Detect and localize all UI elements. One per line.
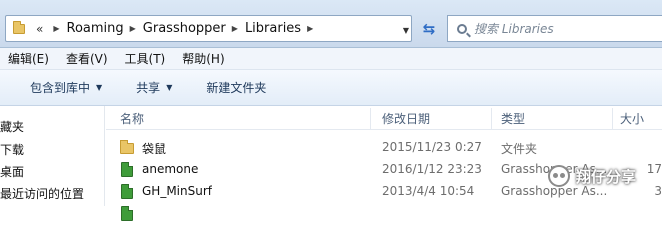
share-button[interactable]: 共享 ▼: [136, 79, 172, 96]
nav-item-desktop[interactable]: 桌面: [0, 163, 24, 180]
table-row[interactable]: 袋鼠 2015/11/23 0:27 文件夹: [106, 137, 662, 159]
menu-view[interactable]: 查看(V): [58, 50, 117, 67]
overflow-chevron[interactable]: «: [32, 22, 47, 36]
refresh-icon[interactable]: ⇆: [416, 16, 442, 42]
breadcrumb-grasshopper[interactable]: Grasshopper: [143, 21, 226, 36]
chevron-right-icon[interactable]: ▶: [301, 24, 320, 33]
wechat-logo-icon: [548, 165, 570, 187]
file-date: 2016/1/12 23:23: [382, 162, 482, 176]
watermark-text: 翔仔分享: [576, 167, 637, 186]
column-headers: 名称 修改日期 类型 大小: [106, 106, 662, 130]
gha-file-icon: [121, 162, 133, 177]
watermark: 翔仔分享: [548, 162, 662, 190]
chevron-right-icon[interactable]: ▶: [124, 24, 143, 33]
address-bar: « ▶ Roaming ▶ Grasshopper ▶ Libraries ▶ …: [0, 0, 662, 48]
table-row[interactable]: [106, 203, 662, 225]
menu-bar: 编辑(E) 查看(V) 工具(T) 帮助(H): [0, 48, 662, 70]
nav-item-downloads[interactable]: 下载: [0, 141, 24, 158]
new-folder-label: 新建文件夹: [206, 81, 267, 95]
column-header-date[interactable]: 修改日期: [382, 110, 430, 127]
file-name: GH_MinSurf: [142, 184, 212, 198]
breadcrumb[interactable]: « ▶ Roaming ▶ Grasshopper ▶ Libraries ▶: [5, 15, 412, 42]
column-divider[interactable]: [491, 108, 492, 130]
chevron-right-icon[interactable]: ▶: [226, 24, 245, 33]
column-header-name[interactable]: 名称: [120, 110, 144, 127]
command-toolbar: 包含到库中 ▼ 共享 ▼ 新建文件夹: [0, 70, 662, 106]
include-in-library-button[interactable]: 包含到库中 ▼: [30, 79, 102, 96]
chevron-right-icon[interactable]: ▶: [47, 24, 66, 33]
gha-file-icon: [121, 184, 133, 199]
file-name: 袋鼠: [142, 142, 167, 156]
column-divider[interactable]: [612, 108, 613, 130]
menu-edit[interactable]: 编辑(E): [0, 50, 58, 67]
search-icon: [457, 23, 467, 34]
file-date: 2015/11/23 0:27: [382, 140, 482, 154]
search-box[interactable]: 搜索 Libraries: [447, 15, 662, 42]
nav-item-favorites[interactable]: 藏夹: [0, 118, 24, 135]
breadcrumb-roaming[interactable]: Roaming: [67, 21, 124, 36]
new-folder-button[interactable]: 新建文件夹: [206, 79, 266, 96]
column-header-type[interactable]: 类型: [501, 110, 525, 127]
gha-file-icon: [121, 206, 133, 221]
navigation-pane: 藏夹 下载 桌面 最近访问的位置: [0, 106, 105, 206]
dropdown-arrow-icon: ▼: [166, 83, 173, 92]
breadcrumb-libraries[interactable]: Libraries: [245, 21, 301, 36]
search-input[interactable]: 搜索 Libraries: [474, 20, 554, 37]
dropdown-arrow-icon: ▼: [96, 83, 103, 92]
column-divider[interactable]: [370, 108, 371, 130]
folder-icon: [120, 140, 134, 154]
menu-help[interactable]: 帮助(H): [174, 50, 233, 67]
share-label: 共享: [136, 81, 161, 95]
column-header-size[interactable]: 大小: [620, 110, 644, 127]
include-in-library-label: 包含到库中: [30, 81, 91, 95]
file-name: anemone: [142, 162, 199, 176]
file-type: 文件夹: [501, 142, 538, 156]
path-dropdown-icon[interactable]: ▼: [400, 20, 412, 40]
folder-icon: [13, 20, 25, 34]
nav-item-recent-places[interactable]: 最近访问的位置: [0, 185, 84, 202]
file-date: 2013/4/4 10:54: [382, 184, 475, 198]
menu-tools[interactable]: 工具(T): [117, 50, 175, 67]
